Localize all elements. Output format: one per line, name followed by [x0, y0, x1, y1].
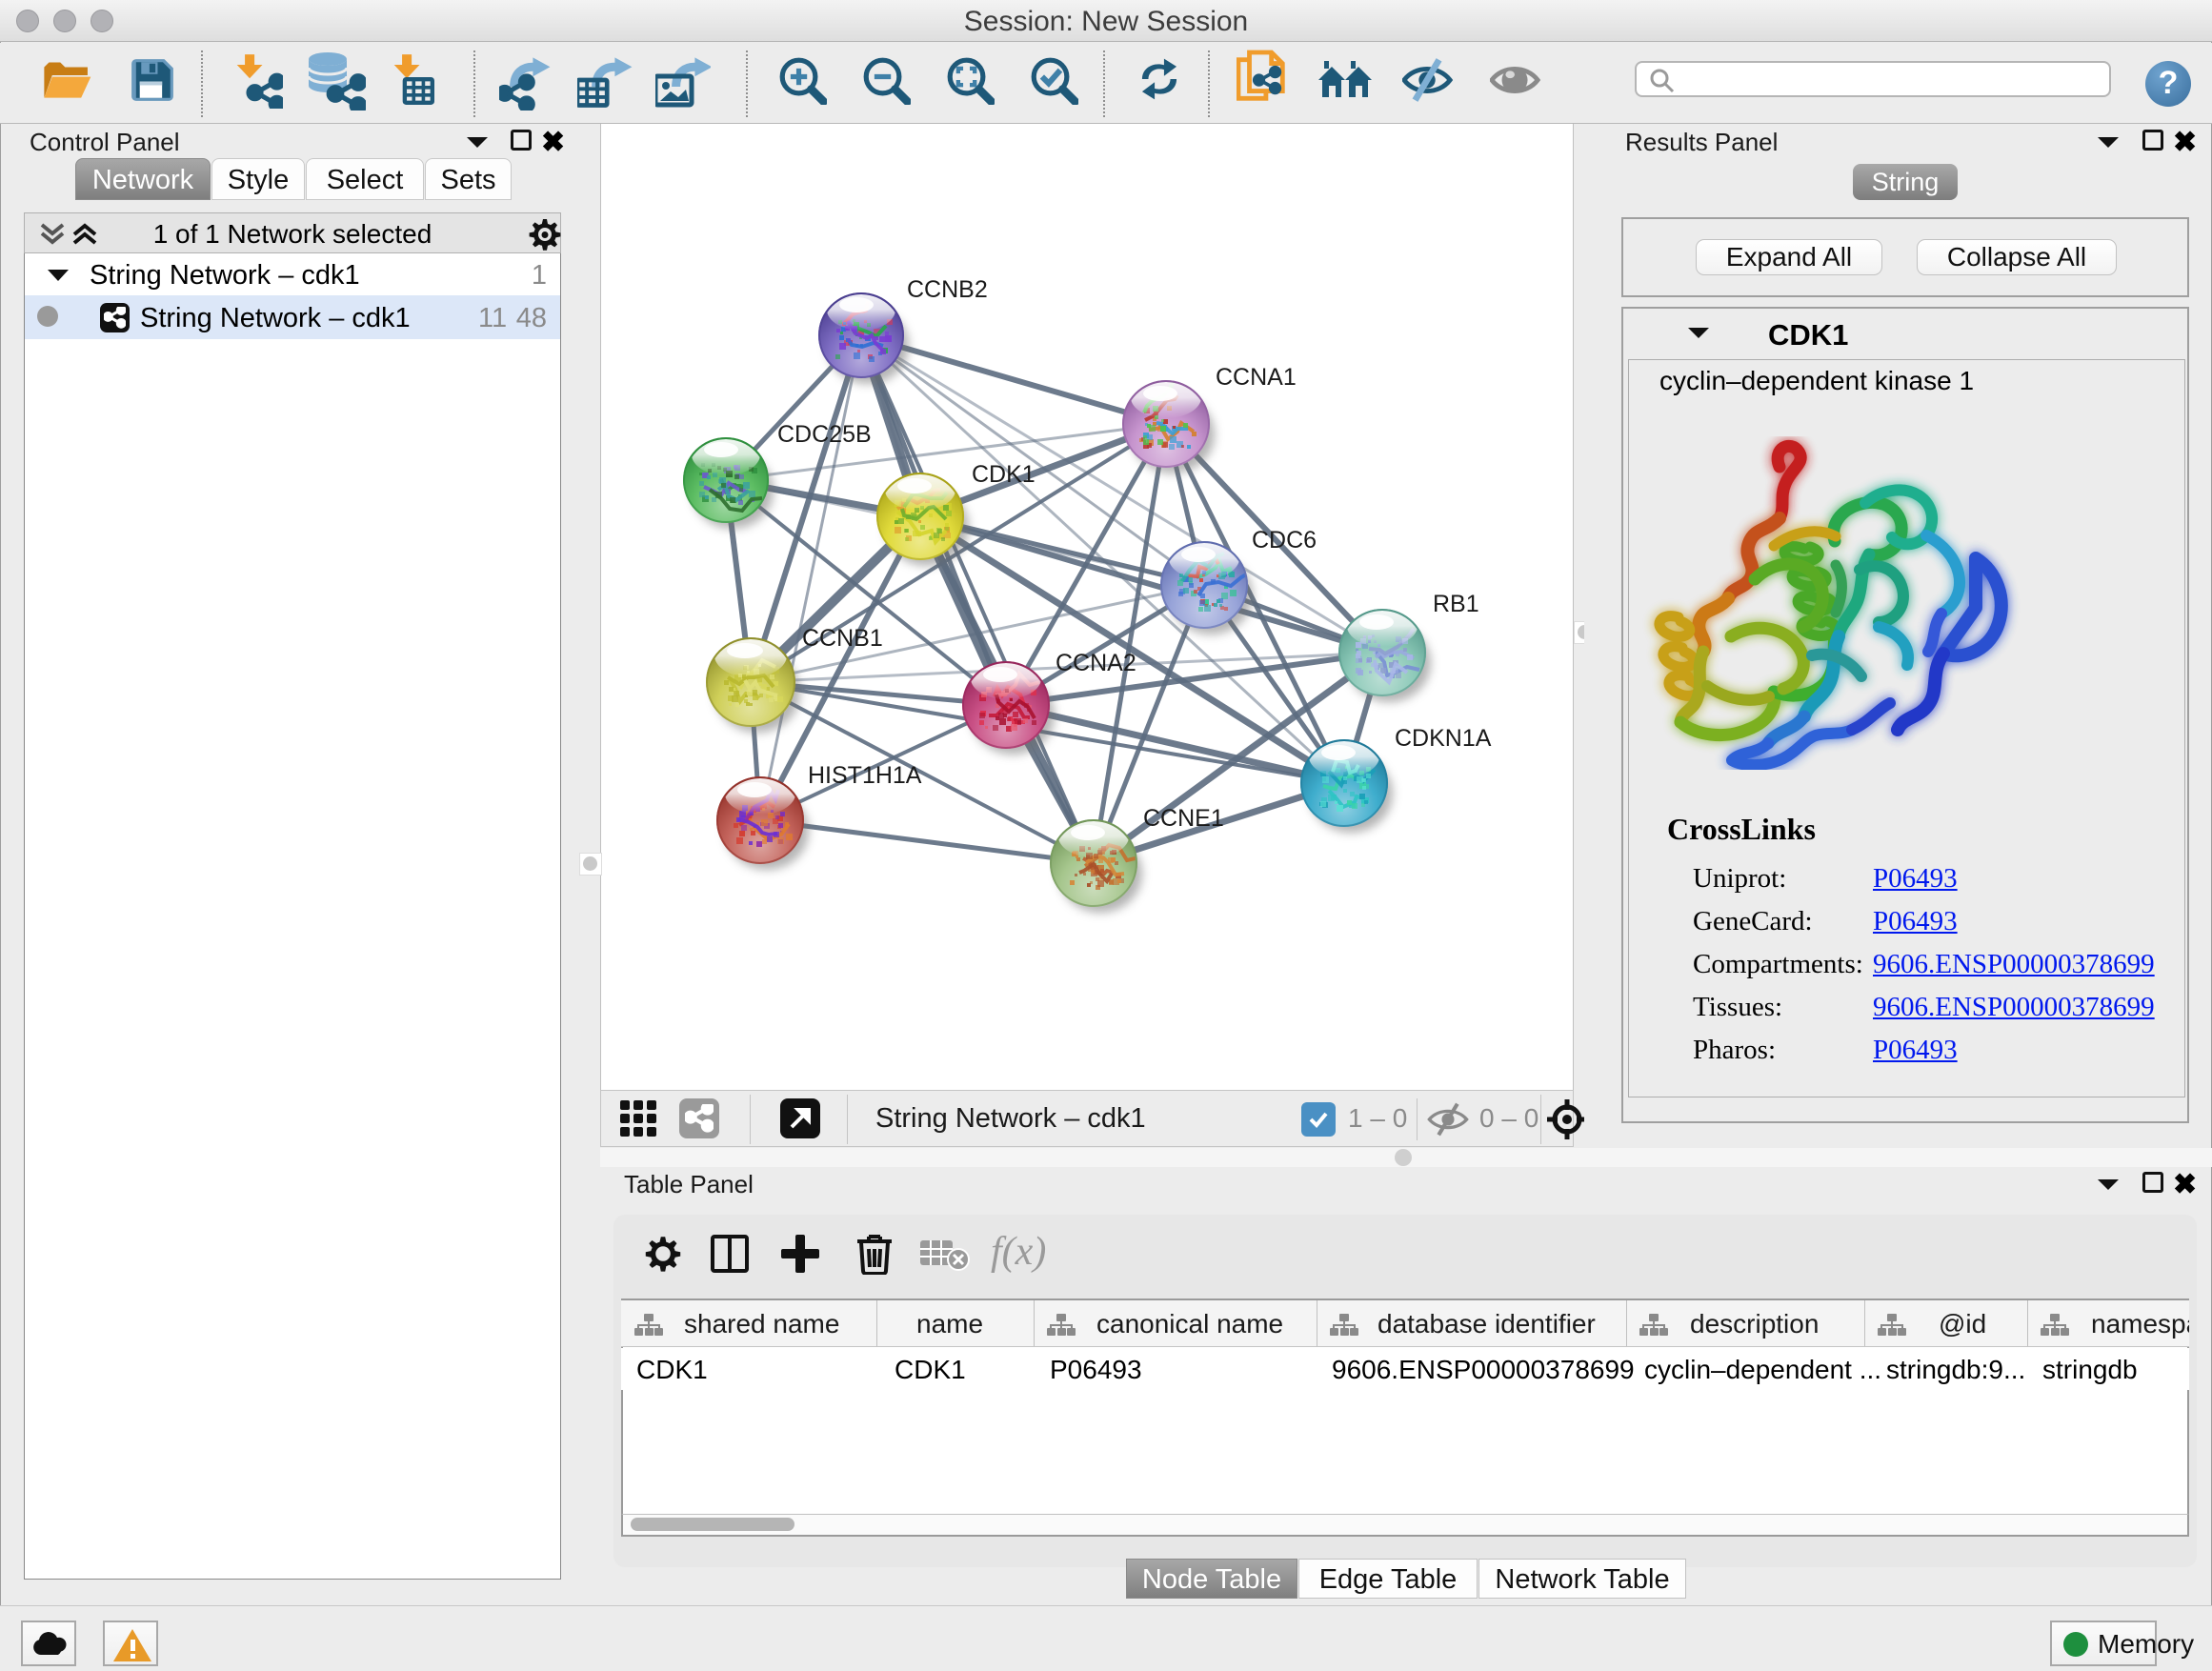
svg-text:CDC25B: CDC25B — [777, 421, 872, 448]
svg-text:CDK1: CDK1 — [972, 461, 1036, 488]
svg-text:CCNB2: CCNB2 — [907, 276, 988, 303]
svg-text:CDKN1A: CDKN1A — [1395, 725, 1492, 752]
svg-text:CCNE1: CCNE1 — [1143, 805, 1224, 832]
svg-text:CCNA1: CCNA1 — [1216, 364, 1297, 391]
svg-text:RB1: RB1 — [1433, 591, 1479, 617]
svg-text:CCNB1: CCNB1 — [802, 625, 883, 652]
svg-text:HIST1H1A: HIST1H1A — [808, 762, 922, 789]
svg-text:CCNA2: CCNA2 — [1056, 650, 1136, 676]
svg-text:CDC6: CDC6 — [1252, 527, 1317, 554]
